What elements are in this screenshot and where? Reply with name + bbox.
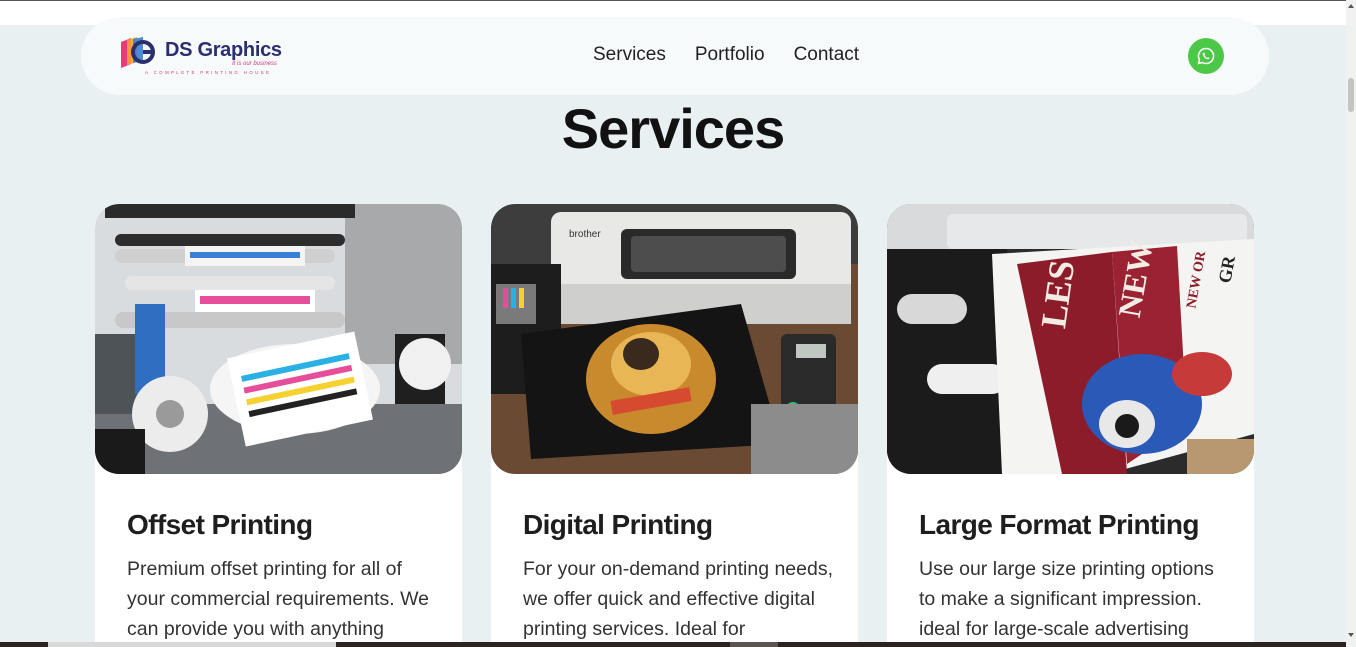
card-description: Use our large size printing options to m… <box>919 558 1214 640</box>
navbar: DS Graphics It is our business A COMPLET… <box>81 17 1269 95</box>
service-card-large-format[interactable]: LES NEW NEW OR GR Large Format Printing … <box>887 204 1254 647</box>
nav-link-services[interactable]: Services <box>593 44 666 66</box>
whatsapp-button[interactable] <box>1188 38 1224 74</box>
brand-name: DS Graphics <box>165 39 282 61</box>
service-card-offset[interactable]: Offset Printing Premium offset printing … <box>95 204 462 647</box>
brand-logo[interactable]: DS Graphics It is our business A COMPLET… <box>117 34 292 79</box>
page-scrollbar[interactable] <box>1346 0 1356 647</box>
nav-link-contact[interactable]: Contact <box>794 44 859 66</box>
scroll-up-icon[interactable] <box>1348 4 1354 8</box>
services-heading: Services <box>561 97 785 160</box>
whatsapp-icon <box>1197 47 1215 65</box>
nav-link-portfolio[interactable]: Portfolio <box>695 44 765 66</box>
card-description: For your on-demand printing needs, we of… <box>523 558 834 640</box>
offset-press-photo <box>95 204 462 474</box>
bottom-strip-segment <box>48 642 336 647</box>
main-nav: Services Portfolio Contact <box>593 44 888 66</box>
brand-subtitle: A COMPLETE PRINTING HOUSE <box>145 70 272 75</box>
browser-bottom-strip <box>0 642 1346 647</box>
logo-mark-icon <box>121 37 155 68</box>
dtg-printer-photo: brother <box>491 204 858 474</box>
scroll-down-icon[interactable] <box>1348 633 1354 637</box>
scrollbar-thumb[interactable] <box>1348 78 1354 112</box>
brand-tagline: It is our business <box>232 61 278 67</box>
large-format-printer-photo: LES NEW NEW OR GR <box>887 204 1254 474</box>
card-title: Offset Printing <box>127 509 313 540</box>
svg-text:brother: brother <box>569 229 601 240</box>
card-title: Large Format Printing <box>919 509 1199 540</box>
card-description: Premium offset printing for all of your … <box>127 558 429 640</box>
service-card-digital[interactable]: brother Digital Printing For your on-dem… <box>491 204 858 647</box>
bottom-strip-segment <box>730 642 778 647</box>
card-title: Digital Printing <box>523 509 713 540</box>
